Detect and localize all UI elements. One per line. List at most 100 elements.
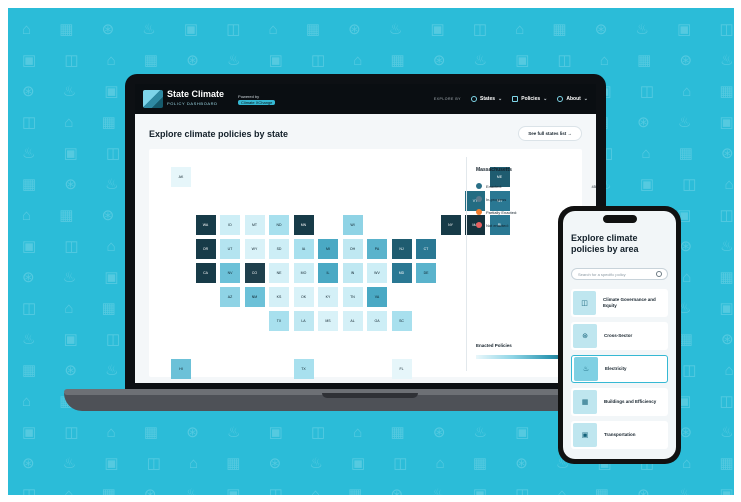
phone-dynamic-island bbox=[603, 215, 637, 223]
state-tile-or[interactable]: OR bbox=[195, 239, 216, 259]
state-tile-id[interactable]: ID bbox=[220, 215, 240, 235]
brand-name[interactable]: State Climate POLICY DASHBOARD bbox=[167, 90, 224, 108]
state-tile-va[interactable]: VA bbox=[367, 287, 387, 307]
state-tile-ks[interactable]: KS bbox=[269, 287, 289, 307]
state-tile-hi[interactable]: HI bbox=[171, 359, 191, 379]
state-tile-tx[interactable]: TX bbox=[293, 359, 314, 379]
state-tile-de[interactable]: DE bbox=[416, 263, 436, 283]
state-tile-mt[interactable]: MT bbox=[244, 215, 265, 235]
state-tile-ky[interactable]: KY bbox=[318, 287, 338, 307]
phone-frame: Explore climate policies by area Search … bbox=[558, 206, 681, 464]
arrow-right-icon: → bbox=[567, 131, 573, 136]
state-tile-mi[interactable]: MI bbox=[318, 239, 338, 259]
policy-area-icon: ◫ bbox=[573, 291, 597, 315]
brand-tagline: POLICY DASHBOARD bbox=[167, 101, 218, 106]
legend-label: In-progress bbox=[486, 196, 507, 202]
policy-area-label: Electricity bbox=[605, 366, 627, 371]
state-tile-tx[interactable]: TX bbox=[269, 311, 289, 331]
state-tile-pa[interactable]: PA bbox=[367, 239, 387, 259]
policy-area-label: Cross-Sector bbox=[604, 333, 633, 338]
enacted-policies-label: Enacted Policies bbox=[476, 343, 512, 348]
state-tile-fl[interactable]: FL bbox=[391, 359, 412, 379]
chevron-down-icon: ⌄ bbox=[583, 96, 588, 102]
status-dot-icon bbox=[476, 209, 482, 215]
legend-label: Not enacted: bbox=[486, 222, 509, 228]
policy-area-icon: ♨ bbox=[574, 357, 598, 381]
policy-area-card[interactable]: ⊛ Cross-Sector bbox=[571, 322, 668, 350]
state-tile-nm[interactable]: NM bbox=[244, 287, 265, 307]
legend-label: Enacted: bbox=[486, 183, 502, 189]
state-tile-ne[interactable]: NE bbox=[269, 263, 289, 283]
policy-area-label: Buildings and Efficiency bbox=[604, 399, 657, 404]
state-tile-wi[interactable]: WI bbox=[342, 215, 363, 235]
state-tile-in[interactable]: IN bbox=[342, 263, 363, 283]
laptop-screen: State Climate POLICY DASHBOARD Powered b… bbox=[135, 84, 596, 383]
state-tile-ms[interactable]: MS bbox=[318, 311, 338, 331]
policy-area-icon: ▣ bbox=[573, 423, 597, 447]
nav-policies-label: Policies bbox=[521, 96, 541, 102]
state-tile-sc[interactable]: SC bbox=[391, 311, 412, 331]
status-dot-icon bbox=[476, 183, 482, 189]
policy-area-card[interactable]: ▣ Transportation bbox=[571, 421, 668, 449]
legend-item: In-progress bbox=[476, 196, 596, 202]
policy-area-icon: ▦ bbox=[573, 390, 597, 414]
map-pin-icon bbox=[471, 96, 478, 102]
state-tile-wv[interactable]: WV bbox=[367, 263, 387, 283]
state-tile-ok[interactable]: OK bbox=[293, 287, 314, 307]
state-tile-la[interactable]: LA bbox=[293, 311, 314, 331]
search-icon bbox=[656, 271, 662, 277]
state-tile-tn[interactable]: TN bbox=[342, 287, 363, 307]
state-tile-wy[interactable]: WY bbox=[244, 239, 265, 259]
page-content: Explore climate policies by state See fu… bbox=[135, 114, 596, 383]
policy-area-card[interactable]: ◫ Climate Governance and Equity bbox=[571, 289, 668, 317]
nav-states[interactable]: States ⌄ bbox=[471, 96, 502, 102]
see-all-states-button[interactable]: See full states list → bbox=[518, 126, 582, 141]
legend-item: Enacted: 45 bbox=[476, 183, 596, 189]
state-tile-ga[interactable]: GA bbox=[367, 311, 387, 331]
partner-badge[interactable]: Climate XChange bbox=[238, 99, 276, 105]
policy-area-card[interactable]: ♨ Electricity bbox=[571, 355, 668, 383]
policy-area-card[interactable]: ▦ Buildings and Efficiency bbox=[571, 388, 668, 416]
page-title: Explore climate policies by state bbox=[149, 128, 289, 139]
state-tile-co[interactable]: CO bbox=[244, 263, 265, 283]
search-placeholder: Search for a specific policy bbox=[578, 272, 626, 277]
state-tile-az[interactable]: AZ bbox=[220, 287, 240, 307]
status-dot-icon bbox=[476, 196, 482, 202]
info-icon bbox=[557, 96, 564, 102]
top-nav-bar: State Climate POLICY DASHBOARD Powered b… bbox=[135, 84, 596, 114]
state-tile-ak[interactable]: AK bbox=[171, 167, 191, 187]
policy-area-icon: ⊛ bbox=[573, 324, 597, 348]
document-icon bbox=[512, 96, 519, 102]
state-map-panel: AK ME VT NH WA ID MT ND MN WI NY MA RI OR UT WY SD IA MI OH… bbox=[149, 149, 596, 379]
state-tile-ut[interactable]: UT bbox=[220, 239, 240, 259]
state-tile-il[interactable]: IL bbox=[318, 263, 338, 283]
state-tile-nv[interactable]: NV bbox=[220, 263, 240, 283]
state-tile-md[interactable]: MD bbox=[391, 263, 412, 283]
phone-screen: Explore climate policies by area Search … bbox=[563, 211, 676, 459]
heading-row: Explore climate policies by state See fu… bbox=[149, 126, 582, 141]
status-dot-icon bbox=[476, 222, 482, 228]
state-tile-ia[interactable]: IA bbox=[293, 239, 314, 259]
state-tile-oh[interactable]: OH bbox=[342, 239, 363, 259]
state-tile-ca[interactable]: CA bbox=[195, 263, 216, 283]
nav-policies[interactable]: Policies ⌄ bbox=[512, 96, 547, 102]
state-tile-ct[interactable]: CT bbox=[416, 239, 436, 259]
state-tile-wa[interactable]: WA bbox=[195, 215, 216, 235]
explore-by-label: EXPLORE BY bbox=[433, 97, 462, 101]
state-tile-al[interactable]: AL bbox=[342, 311, 363, 331]
panel-divider bbox=[466, 157, 467, 371]
nav-about[interactable]: About ⌄ bbox=[557, 96, 588, 102]
state-tile-mo[interactable]: MO bbox=[293, 263, 314, 283]
state-tile-nj[interactable]: NJ bbox=[391, 239, 412, 259]
state-tile-ny[interactable]: NY bbox=[440, 215, 461, 235]
policy-search-input[interactable]: Search for a specific policy bbox=[571, 268, 668, 280]
laptop-hinge bbox=[322, 393, 418, 398]
state-tile-sd[interactable]: SD bbox=[269, 239, 289, 259]
laptop-frame: State Climate POLICY DASHBOARD Powered b… bbox=[125, 74, 606, 391]
chevron-down-icon: ⌄ bbox=[498, 96, 503, 102]
state-tile-mn[interactable]: MN bbox=[293, 215, 314, 235]
nav-about-label: About bbox=[566, 96, 581, 102]
policy-area-label: Climate Governance and Equity bbox=[603, 297, 656, 308]
logo-icon[interactable] bbox=[143, 90, 163, 108]
state-tile-nd[interactable]: ND bbox=[269, 215, 289, 235]
